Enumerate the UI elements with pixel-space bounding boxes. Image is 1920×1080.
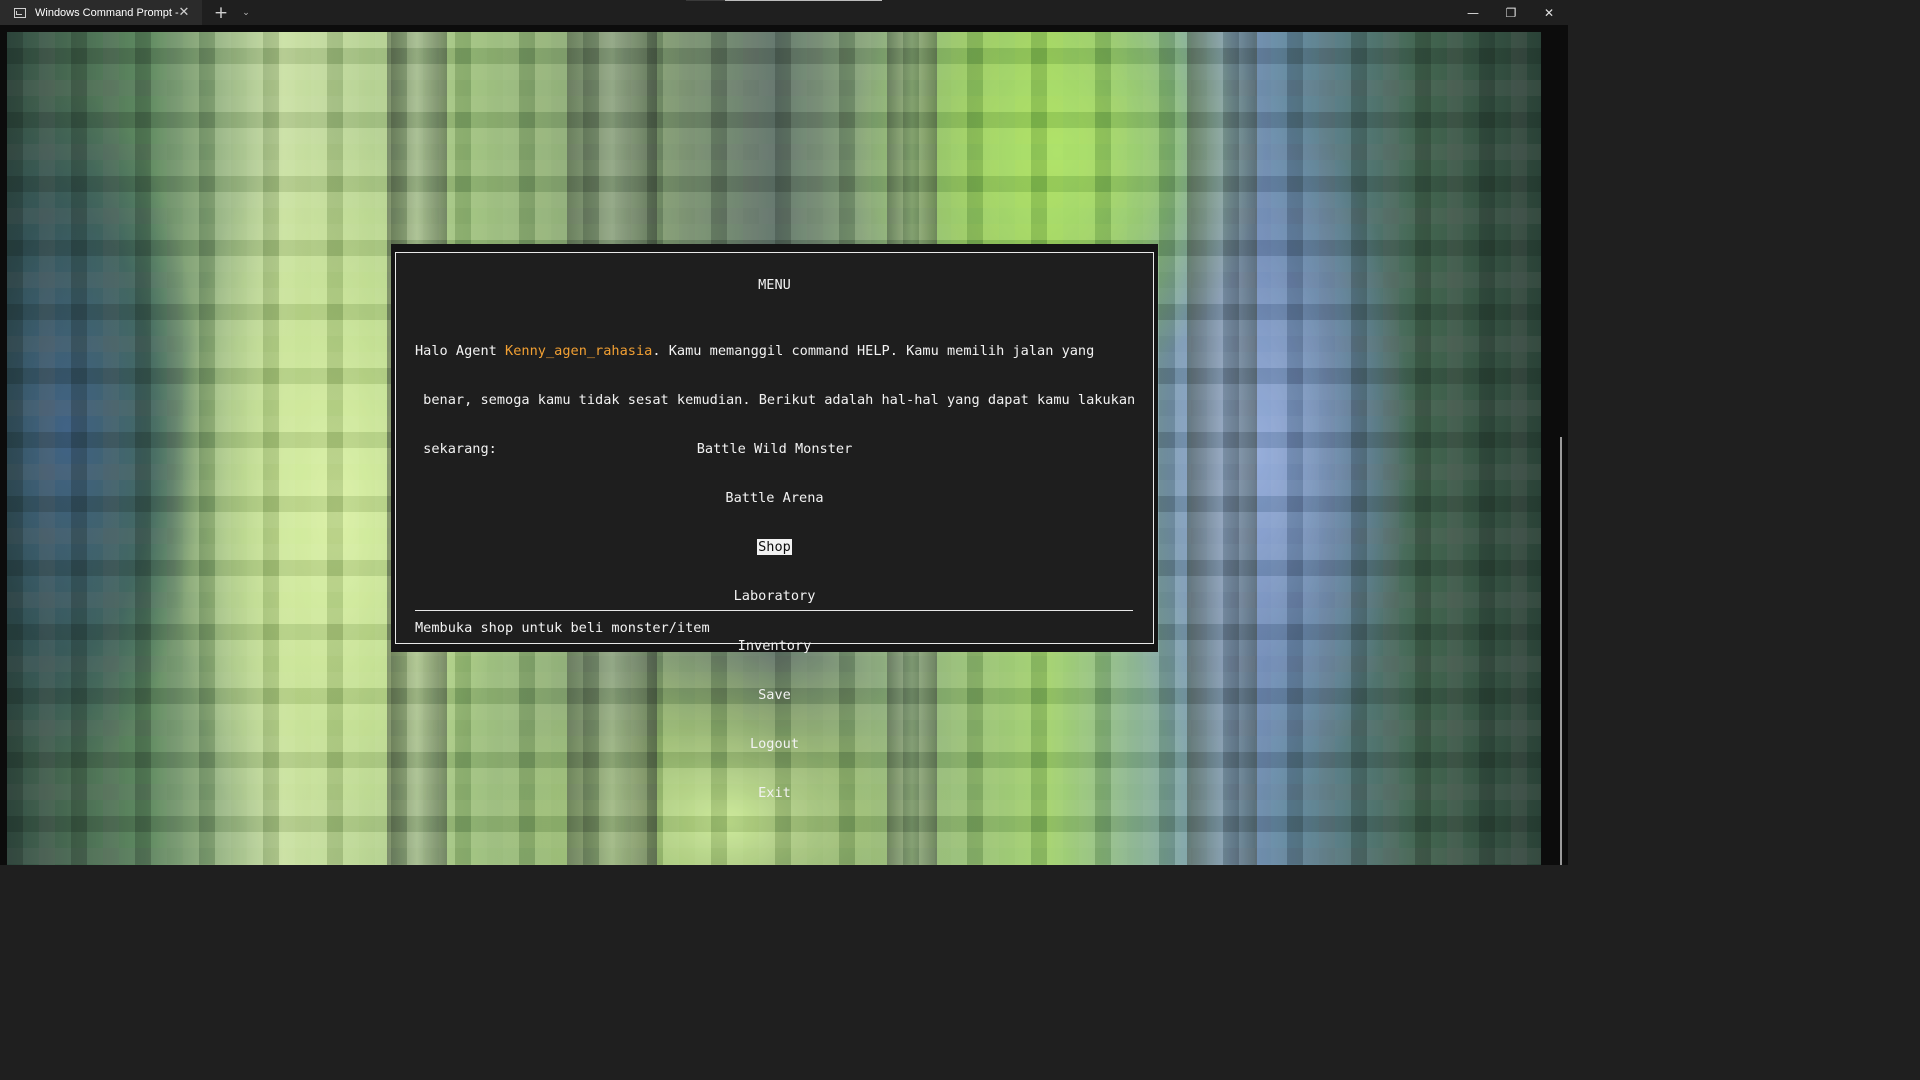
menu-option-battle-wild-monster[interactable]: Battle Wild Monster xyxy=(396,441,1153,457)
menu-option-exit[interactable]: Exit xyxy=(396,785,1153,801)
menu-panel: MENU Halo Agent Kenny_agen_rahasia. Kamu… xyxy=(391,244,1158,801)
menu-option-logout[interactable]: Logout xyxy=(396,736,1153,752)
chevron-down-icon[interactable]: ⌄ xyxy=(238,0,254,25)
intro-prefix: Halo Agent xyxy=(415,342,506,359)
tab-command-prompt[interactable]: Windows Command Prompt - ✕ xyxy=(0,0,202,25)
intro-line-2: benar, semoga kamu tidak sesat kemudian.… xyxy=(415,392,1136,409)
minimize-button[interactable]: — xyxy=(1454,0,1492,25)
intro-suffix: . Kamu memanggil command HELP. Kamu memi… xyxy=(652,342,1095,359)
terminal-window: Windows Command Prompt - ✕ + ⌄ — ❐ ✕ MEN… xyxy=(0,0,1568,882)
menu-option-save[interactable]: Save xyxy=(396,687,1153,703)
close-button[interactable]: ✕ xyxy=(1530,0,1568,25)
bottom-bar xyxy=(0,865,1568,882)
scrollbar-thumb[interactable] xyxy=(1560,437,1562,865)
menu-option-laboratory[interactable]: Laboratory xyxy=(396,588,1153,604)
new-tab-button[interactable]: + xyxy=(204,0,238,25)
menu-option-battle-arena[interactable]: Battle Arena xyxy=(396,490,1153,506)
tab-title: Windows Command Prompt - xyxy=(35,6,179,19)
close-tab-icon[interactable]: ✕ xyxy=(176,4,192,20)
menu-option-shop[interactable]: Shop xyxy=(396,539,1153,556)
intro-line-1: Halo Agent Kenny_agen_rahasia. Kamu mema… xyxy=(415,343,1145,359)
terminal-icon xyxy=(14,7,26,18)
scrollbar[interactable] xyxy=(1555,32,1565,865)
window-controls: — ❐ ✕ xyxy=(1454,0,1568,25)
description-divider xyxy=(415,610,1133,611)
maximize-button[interactable]: ❐ xyxy=(1492,0,1530,25)
menu-option-inventory[interactable]: Inventory xyxy=(396,638,1153,654)
menu-frame: MENU Halo Agent Kenny_agen_rahasia. Kamu… xyxy=(395,252,1154,801)
title-bar: Windows Command Prompt - ✕ + ⌄ — ❐ ✕ xyxy=(0,0,1568,25)
drag-region[interactable] xyxy=(686,0,882,1)
agent-name: Kenny_agen_rahasia xyxy=(505,342,653,359)
option-description: Membuka shop untuk beli monster/item xyxy=(415,620,710,636)
menu-title: MENU xyxy=(758,277,791,293)
